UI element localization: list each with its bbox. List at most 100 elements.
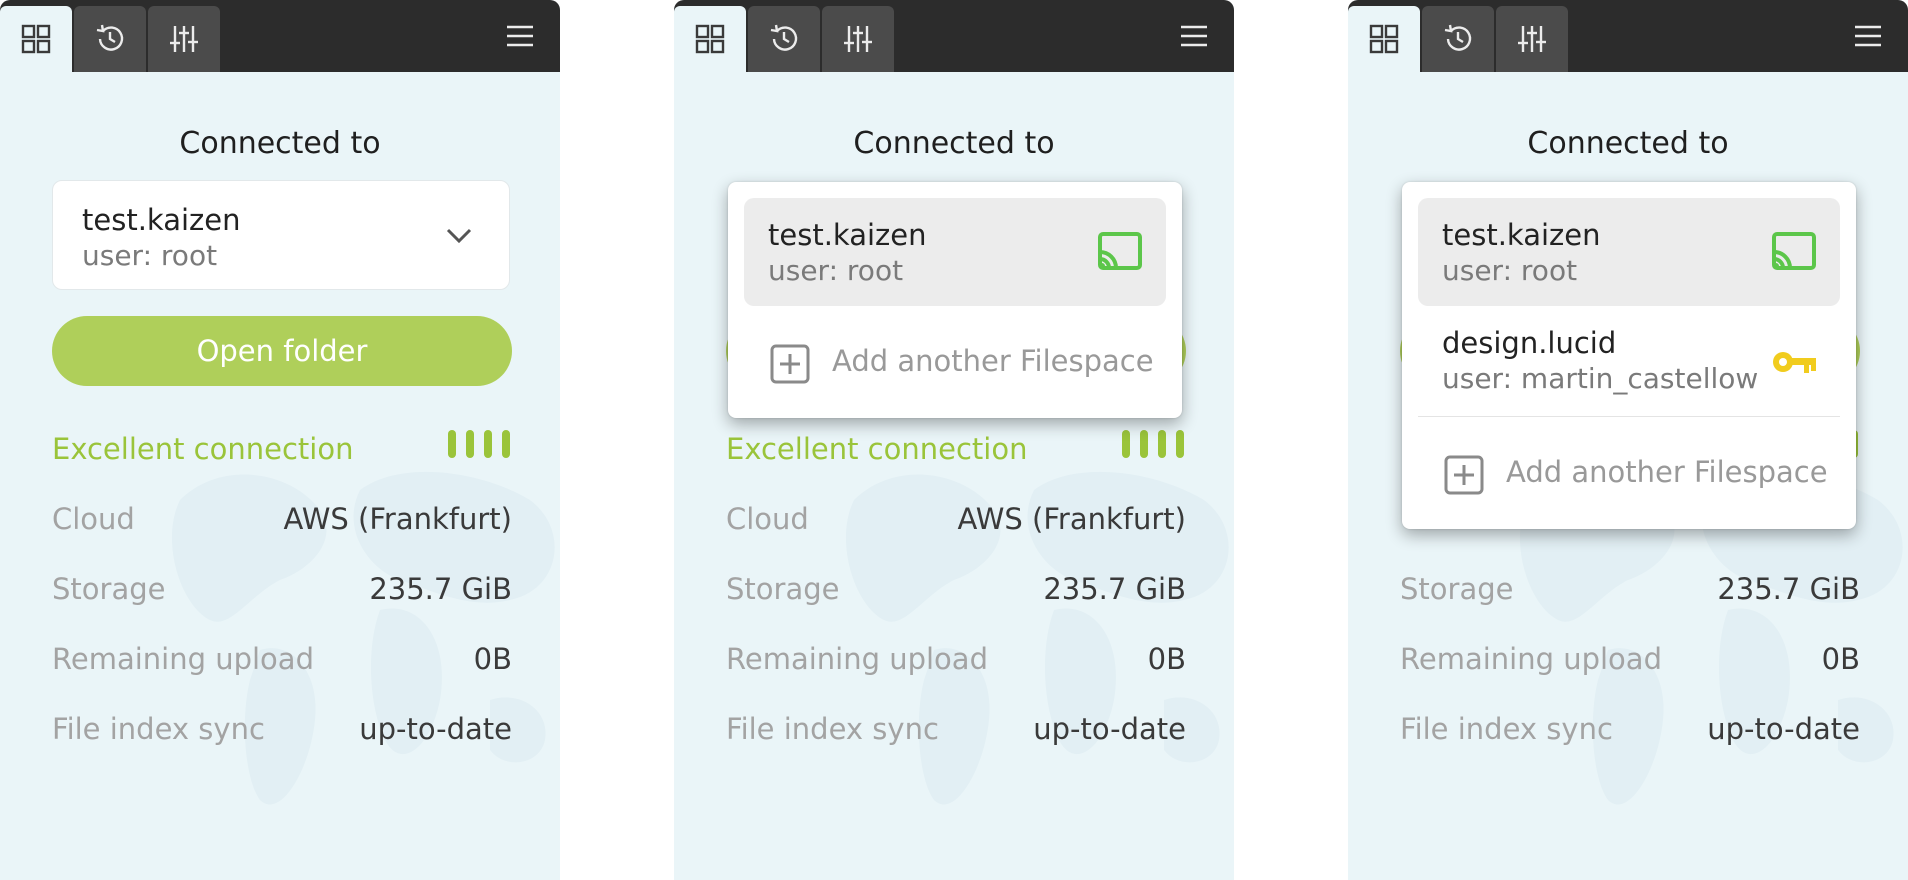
info-label: Storage — [52, 572, 166, 606]
info-label: Remaining upload — [726, 642, 988, 676]
info-value: AWS (Frankfurt) — [957, 502, 1186, 536]
signal-strength-bars — [448, 430, 512, 458]
cast-icon — [1098, 232, 1142, 270]
filespace-option-test-kaizen[interactable]: test.kaizen user: root — [1418, 198, 1840, 306]
signal-bar — [1158, 430, 1166, 458]
open-folder-button[interactable]: Open folder — [52, 316, 512, 386]
sliders-icon — [170, 26, 198, 52]
info-row-cloud: Cloud AWS (Frankfurt) — [52, 502, 512, 542]
info-row-remaining-upload: Remaining upload 0B — [726, 642, 1186, 682]
filespace-option-design-lucid[interactable]: design.lucid user: martin_castellow — [1418, 306, 1840, 417]
info-value: 235.7 GiB — [1043, 572, 1186, 606]
info-label: Cloud — [726, 502, 809, 536]
connected-to-heading: Connected to — [179, 126, 381, 161]
filespace-user: user: root — [768, 254, 904, 287]
info-row-file-index-sync: File index sync up-to-date — [1400, 712, 1860, 752]
info-row-file-index-sync: File index sync up-to-date — [52, 712, 512, 752]
grid-icon — [1369, 24, 1399, 54]
info-label: File index sync — [1400, 712, 1613, 746]
filespace-name: design.lucid — [1442, 326, 1617, 360]
info-label: File index sync — [726, 712, 939, 746]
world-map-illustration — [845, 471, 1229, 805]
grid-icon — [695, 24, 725, 54]
filespace-user: user: root — [1442, 254, 1578, 287]
info-value: AWS (Frankfurt) — [283, 502, 512, 536]
tab-dashboard[interactable] — [0, 6, 72, 72]
key-icon — [1773, 352, 1816, 373]
panel-connection-overview: Connected to test.kaizen user: root Open… — [0, 0, 560, 880]
filespace-name: test.kaizen — [82, 203, 241, 237]
panel-dropdown-multiple: Connected to Storage 235.7 GiB Remaining… — [1348, 0, 1908, 880]
tab-history[interactable] — [1422, 6, 1494, 72]
signal-bar — [466, 430, 474, 458]
tab-settings[interactable] — [148, 6, 220, 72]
filespace-user: user: root — [82, 239, 218, 272]
history-icon — [96, 24, 124, 51]
filespace-user: user: martin_castellow — [1442, 362, 1759, 395]
info-value: up-to-date — [359, 712, 512, 746]
info-row-remaining-upload: Remaining upload 0B — [1400, 642, 1860, 682]
add-filespace-label: Add another Filespace — [1506, 455, 1828, 489]
tab-dashboard[interactable] — [1348, 6, 1420, 72]
sliders-icon — [844, 26, 872, 52]
connected-to-heading: Connected to — [1527, 126, 1729, 161]
filespace-dropdown: test.kaizen user: root Add another Files… — [728, 182, 1182, 418]
info-value: 0B — [473, 642, 512, 676]
filespace-name: test.kaizen — [768, 218, 927, 252]
info-row-storage: Storage 235.7 GiB — [1400, 572, 1860, 612]
filespace-name: test.kaizen — [1442, 218, 1601, 252]
info-value: up-to-date — [1033, 712, 1186, 746]
filespace-option-test-kaizen[interactable]: test.kaizen user: root — [744, 198, 1166, 306]
info-row-file-index-sync: File index sync up-to-date — [726, 712, 1186, 752]
menu-button[interactable] — [1176, 18, 1212, 54]
sliders-icon — [1518, 26, 1546, 52]
hamburger-menu-icon — [507, 25, 533, 47]
hamburger-menu-icon — [1855, 25, 1881, 47]
info-row-cloud: Cloud AWS (Frankfurt) — [726, 502, 1186, 542]
chevron-down-icon — [446, 228, 472, 244]
signal-bar — [1176, 430, 1184, 458]
filespace-selector[interactable]: test.kaizen user: root — [52, 180, 510, 290]
cast-icon — [1772, 232, 1816, 270]
top-toolbar — [1348, 0, 1908, 72]
tab-history[interactable] — [74, 6, 146, 72]
history-icon — [1444, 24, 1472, 51]
info-label: Remaining upload — [52, 642, 314, 676]
history-icon — [770, 24, 798, 51]
menu-button[interactable] — [1850, 18, 1886, 54]
connection-quality-label: Excellent connection — [52, 432, 354, 466]
top-toolbar — [0, 0, 560, 72]
menu-button[interactable] — [502, 18, 538, 54]
info-row-storage: Storage 235.7 GiB — [52, 572, 512, 612]
plus-square-icon — [1444, 455, 1484, 495]
signal-bar — [1122, 430, 1130, 458]
info-value: 0B — [1821, 642, 1860, 676]
info-label: File index sync — [52, 712, 265, 746]
info-value: 235.7 GiB — [1717, 572, 1860, 606]
tab-settings[interactable] — [822, 6, 894, 72]
tab-history[interactable] — [748, 6, 820, 72]
connected-to-heading: Connected to — [853, 126, 1055, 161]
info-label: Storage — [726, 572, 840, 606]
signal-bar — [484, 430, 492, 458]
hamburger-menu-icon — [1181, 25, 1207, 47]
info-label: Cloud — [52, 502, 135, 536]
tab-settings[interactable] — [1496, 6, 1568, 72]
add-filespace-button[interactable]: Add another Filespace — [728, 306, 1182, 418]
info-label: Remaining upload — [1400, 642, 1662, 676]
filespace-dropdown: test.kaizen user: root design.lucid user… — [1402, 182, 1856, 529]
grid-icon — [21, 24, 51, 54]
connection-quality-label: Excellent connection — [726, 432, 1028, 466]
info-value: 235.7 GiB — [369, 572, 512, 606]
info-row-remaining-upload: Remaining upload 0B — [52, 642, 512, 682]
add-filespace-button[interactable]: Add another Filespace — [1402, 417, 1856, 529]
add-filespace-label: Add another Filespace — [832, 344, 1154, 378]
plus-square-icon — [770, 344, 810, 384]
world-map-illustration — [171, 471, 555, 805]
panel-dropdown-open: Connected to Excellent connection Cloud … — [674, 0, 1234, 880]
info-row-storage: Storage 235.7 GiB — [726, 572, 1186, 612]
signal-bar — [1140, 430, 1148, 458]
info-value: 0B — [1147, 642, 1186, 676]
tab-dashboard[interactable] — [674, 6, 746, 72]
signal-bar — [502, 430, 510, 458]
